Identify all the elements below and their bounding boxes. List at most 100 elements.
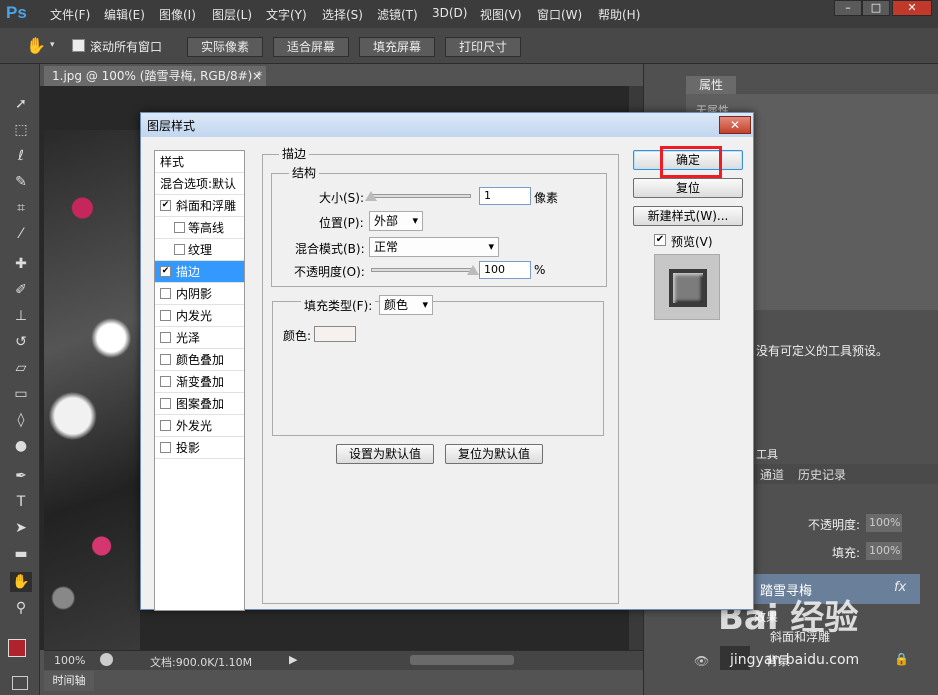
fill-type-select[interactable]: 颜色 bbox=[379, 295, 433, 315]
close-window-button[interactable]: ✕ bbox=[892, 0, 932, 16]
menu-help[interactable]: 帮助(H) bbox=[598, 6, 640, 23]
bevel-emboss-checkbox[interactable]: ✔ bbox=[160, 200, 171, 211]
menu-image[interactable]: 图像(I) bbox=[159, 6, 196, 23]
style-item-color-overlay[interactable]: 颜色叠加 bbox=[155, 349, 244, 371]
style-item-inner-shadow[interactable]: 内阴影 bbox=[155, 283, 244, 305]
type-tool-icon[interactable]: T bbox=[10, 492, 32, 512]
style-item-pattern-overlay[interactable]: 图案叠加 bbox=[155, 393, 244, 415]
document-tab[interactable]: 1.jpg @ 100% (踏雪寻梅, RGB/8#) * × bbox=[44, 66, 266, 86]
size-input[interactable]: 1 bbox=[479, 187, 531, 205]
clone-stamp-tool-icon[interactable]: ⊥ bbox=[10, 306, 32, 326]
quick-mask-icon[interactable] bbox=[12, 676, 28, 690]
opacity-input[interactable]: 100 bbox=[479, 261, 531, 279]
timeline-tab[interactable]: 时间轴 bbox=[44, 671, 94, 691]
size-slider-track[interactable] bbox=[369, 194, 471, 198]
menu-edit[interactable]: 编辑(E) bbox=[104, 6, 145, 23]
stroke-checkbox[interactable]: ✔ bbox=[160, 266, 171, 277]
satin-checkbox[interactable] bbox=[160, 332, 171, 343]
inner-glow-checkbox[interactable] bbox=[160, 310, 171, 321]
minimize-button[interactable]: – bbox=[834, 0, 862, 16]
eyedropper-tool-icon[interactable]: ⁄ bbox=[10, 224, 32, 244]
pattern-overlay-checkbox[interactable] bbox=[160, 398, 171, 409]
layer-visibility-eye-icon[interactable]: 👁 bbox=[694, 654, 709, 668]
menu-type[interactable]: 文字(Y) bbox=[266, 6, 307, 23]
eraser-tool-icon[interactable]: ▱ bbox=[10, 358, 32, 378]
tab-channels[interactable]: 通道 bbox=[760, 466, 784, 483]
tab-history[interactable]: 历史记录 bbox=[798, 466, 846, 483]
shape-tool-icon[interactable]: ▬ bbox=[10, 544, 32, 564]
menu-3d[interactable]: 3D(D) bbox=[432, 6, 467, 20]
quick-select-tool-icon[interactable]: ✎ bbox=[10, 172, 32, 192]
zoom-level[interactable]: 100% bbox=[54, 654, 85, 667]
menu-select[interactable]: 选择(S) bbox=[322, 6, 363, 23]
print-size-button[interactable]: 打印尺寸 bbox=[445, 37, 521, 57]
new-style-button[interactable]: 新建样式(W)... bbox=[633, 206, 743, 226]
actual-pixels-button[interactable]: 实际像素 bbox=[187, 37, 263, 57]
style-item-drop-shadow[interactable]: 投影 bbox=[155, 437, 244, 459]
history-brush-tool-icon[interactable]: ↺ bbox=[10, 332, 32, 352]
properties-tab[interactable]: 属性 bbox=[686, 76, 736, 94]
canvas-image[interactable] bbox=[44, 130, 140, 650]
stroke-color-swatch[interactable] bbox=[314, 326, 356, 342]
reset-default-button[interactable]: 复位为默认值 bbox=[445, 444, 543, 464]
contour-checkbox[interactable] bbox=[174, 222, 185, 233]
style-item-contour[interactable]: 等高线 bbox=[155, 217, 244, 239]
close-document-icon[interactable]: × bbox=[252, 66, 262, 86]
dialog-title-bar[interactable]: 图层样式 ✕ bbox=[141, 113, 753, 137]
layer-fx-icon[interactable]: fx bbox=[894, 580, 906, 595]
horizontal-scrollbar-thumb[interactable] bbox=[410, 655, 514, 665]
fit-screen-button[interactable]: 适合屏幕 bbox=[273, 37, 349, 57]
hand-tool-selected-icon[interactable]: ✋ bbox=[10, 572, 32, 592]
layer-fill-input[interactable]: 100% bbox=[866, 542, 902, 560]
status-menu-arrow-icon[interactable]: ▶ bbox=[289, 653, 297, 666]
foreground-color-swatch[interactable] bbox=[8, 639, 26, 657]
lasso-tool-icon[interactable]: ℓ bbox=[10, 146, 32, 166]
styles-header[interactable]: 样式 bbox=[155, 151, 244, 173]
zoom-tool-icon[interactable]: ⚲ bbox=[10, 598, 32, 618]
maximize-button[interactable]: □ bbox=[862, 0, 890, 16]
position-select[interactable]: 外部 bbox=[369, 211, 423, 231]
drop-shadow-checkbox[interactable] bbox=[160, 442, 171, 453]
style-item-satin[interactable]: 光泽 bbox=[155, 327, 244, 349]
menu-view[interactable]: 视图(V) bbox=[480, 6, 522, 23]
status-info-icon[interactable] bbox=[100, 653, 113, 666]
scroll-all-windows-checkbox[interactable] bbox=[72, 39, 85, 55]
style-item-inner-glow[interactable]: 内发光 bbox=[155, 305, 244, 327]
size-slider-thumb[interactable] bbox=[365, 191, 377, 201]
dialog-close-button[interactable]: ✕ bbox=[719, 116, 751, 134]
layer-opacity-input[interactable]: 100% bbox=[866, 514, 902, 532]
style-item-stroke[interactable]: ✔ 描边 bbox=[155, 261, 244, 283]
blur-tool-icon[interactable]: ◊ bbox=[10, 410, 32, 430]
blend-mode-select[interactable]: 正常 bbox=[369, 237, 499, 257]
gradient-tool-icon[interactable]: ▭ bbox=[10, 384, 32, 404]
brush-tool-icon[interactable]: ✐ bbox=[10, 280, 32, 300]
move-tool-icon[interactable]: ➚ bbox=[10, 94, 32, 114]
texture-checkbox[interactable] bbox=[174, 244, 185, 255]
set-default-button[interactable]: 设置为默认值 bbox=[336, 444, 434, 464]
dodge-tool-icon[interactable]: ● bbox=[10, 436, 32, 456]
fill-screen-button[interactable]: 填充屏幕 bbox=[359, 37, 435, 57]
path-select-tool-icon[interactable]: ➤ bbox=[10, 518, 32, 538]
opacity-slider-thumb[interactable] bbox=[467, 265, 479, 275]
style-item-texture[interactable]: 纹理 bbox=[155, 239, 244, 261]
healing-brush-tool-icon[interactable]: ✚ bbox=[10, 254, 32, 274]
menu-window[interactable]: 窗口(W) bbox=[537, 6, 582, 23]
blend-options-item[interactable]: 混合选项:默认 bbox=[155, 173, 244, 195]
crop-tool-icon[interactable]: ⌗ bbox=[10, 198, 32, 218]
color-overlay-checkbox[interactable] bbox=[160, 354, 171, 365]
marquee-tool-icon[interactable]: ⬚ bbox=[10, 120, 32, 140]
preview-checkbox[interactable]: ✔ bbox=[654, 234, 666, 246]
menu-file[interactable]: 文件(F) bbox=[50, 6, 90, 23]
gradient-overlay-checkbox[interactable] bbox=[160, 376, 171, 387]
reset-button[interactable]: 复位 bbox=[633, 178, 743, 198]
menu-layer[interactable]: 图层(L) bbox=[212, 6, 252, 23]
style-item-bevel-emboss[interactable]: ✔ 斜面和浮雕 bbox=[155, 195, 244, 217]
style-item-gradient-overlay[interactable]: 渐变叠加 bbox=[155, 371, 244, 393]
menu-filter[interactable]: 滤镜(T) bbox=[377, 6, 418, 23]
inner-shadow-checkbox[interactable] bbox=[160, 288, 171, 299]
opacity-slider-track[interactable] bbox=[371, 268, 473, 272]
hand-tool-icon[interactable]: ✋ bbox=[26, 36, 46, 55]
pen-tool-icon[interactable]: ✒ bbox=[10, 466, 32, 486]
tool-preset-chevron-icon[interactable]: ▾ bbox=[50, 40, 55, 50]
style-item-outer-glow[interactable]: 外发光 bbox=[155, 415, 244, 437]
